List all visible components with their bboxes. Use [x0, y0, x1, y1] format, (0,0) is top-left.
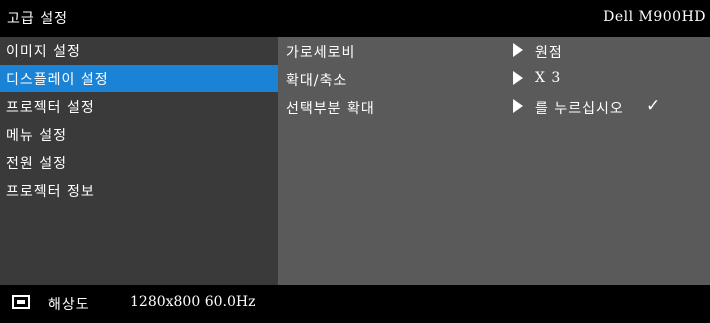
aspect-ratio-value: 원점 [535, 45, 563, 61]
arrow-right-icon[interactable] [513, 99, 523, 113]
sidebar-item-menu-settings[interactable]: 메뉴 설정 [0, 121, 278, 148]
sidebar-item-projector-info[interactable]: 프로젝터 정보 [0, 177, 278, 204]
sidebar-item-label: 프로젝터 설정 [6, 100, 95, 116]
arrow-right-icon[interactable] [513, 43, 523, 57]
aspect-ratio-label: 가로세로비 [286, 45, 356, 61]
brand-model: Dell M900HD [603, 9, 706, 25]
menu-title: 고급 설정 [7, 11, 68, 27]
monitor-icon [12, 295, 30, 309]
status-bar: 해상도 1280x800 60.0Hz [0, 285, 710, 323]
sidebar-item-label: 전원 설정 [6, 156, 67, 172]
settings-panel: 가로세로비 원점 확대/축소 X 3 선택부분 확대 를 누르십시오 ✓ [278, 37, 710, 285]
sidebar-item-label: 프로젝터 정보 [6, 184, 95, 200]
sidebar: 이미지 설정 디스플레이 설정 프로젝터 설정 메뉴 설정 전원 설정 프로젝터… [0, 37, 278, 285]
sidebar-item-label: 메뉴 설정 [6, 128, 67, 144]
zoom-label: 확대/축소 [286, 73, 348, 89]
zoom-navigation-row[interactable]: 선택부분 확대 를 누르십시오 ✓ [278, 93, 710, 120]
resolution-label: 해상도 [48, 297, 90, 313]
zoom-navigation-value: 를 누르십시오 [535, 101, 624, 117]
title-bar: 고급 설정 Dell M900HD [0, 0, 710, 37]
sidebar-item-display-settings[interactable]: 디스플레이 설정 [0, 65, 278, 92]
sidebar-item-projector-settings[interactable]: 프로젝터 설정 [0, 93, 278, 120]
sidebar-item-image-settings[interactable]: 이미지 설정 [0, 37, 278, 64]
aspect-ratio-row[interactable]: 가로세로비 원점 [278, 37, 710, 64]
arrow-right-icon[interactable] [513, 71, 523, 85]
sidebar-item-label: 이미지 설정 [6, 44, 81, 60]
zoom-navigation-label: 선택부분 확대 [286, 101, 375, 117]
sidebar-item-power-settings[interactable]: 전원 설정 [0, 149, 278, 176]
osd-menu: 고급 설정 Dell M900HD 이미지 설정 디스플레이 설정 프로젝터 설… [0, 0, 710, 323]
zoom-value: X 3 [535, 70, 562, 86]
sidebar-item-label: 디스플레이 설정 [6, 72, 109, 88]
zoom-row[interactable]: 확대/축소 X 3 [278, 65, 710, 92]
checkmark-icon: ✓ [646, 96, 662, 116]
resolution-value: 1280x800 60.0Hz [130, 294, 256, 310]
